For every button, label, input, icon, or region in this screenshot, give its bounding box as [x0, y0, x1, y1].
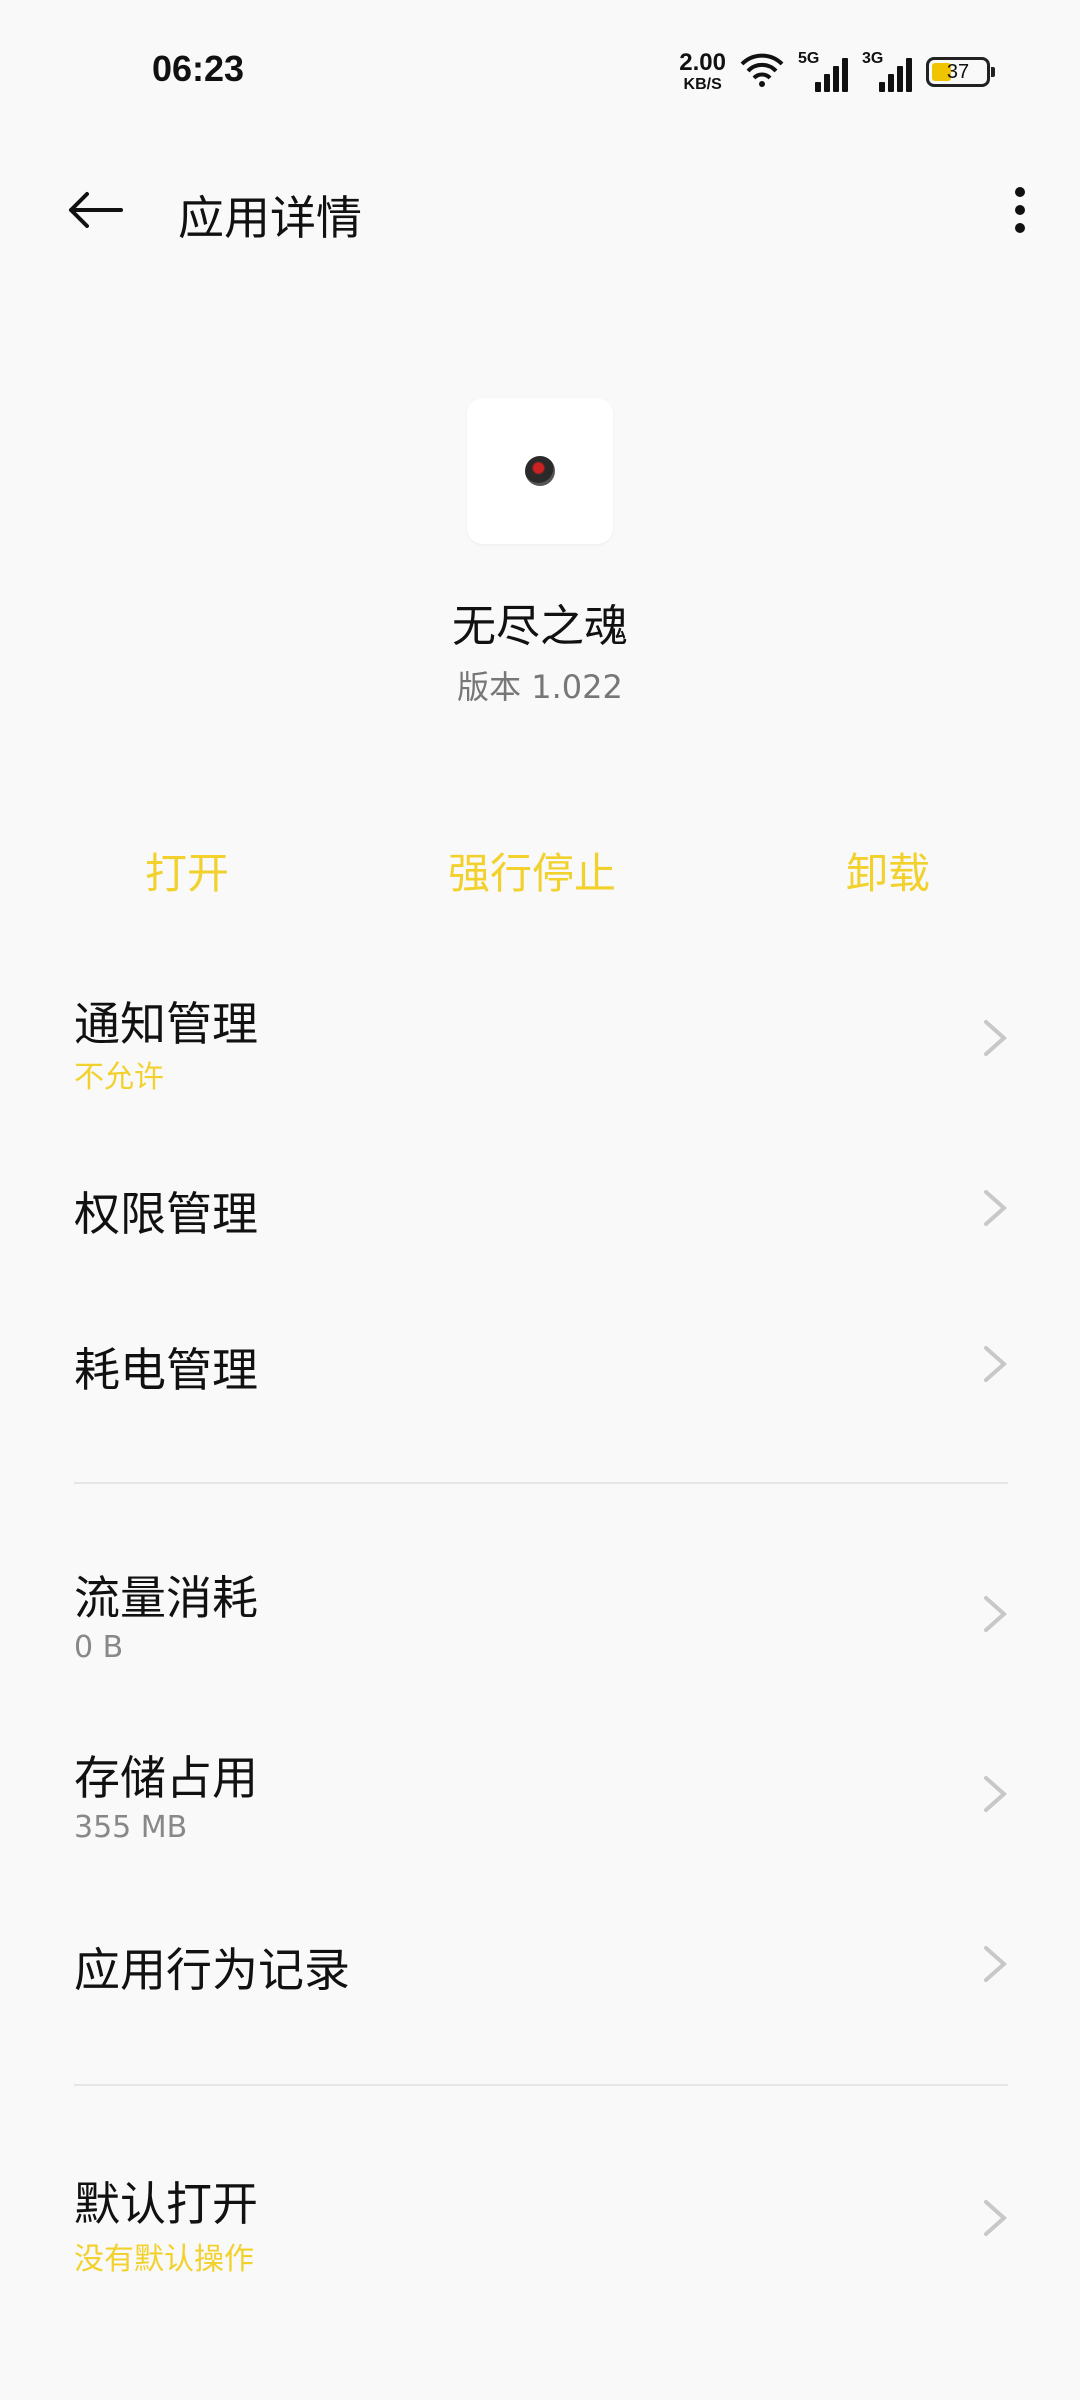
row-title: 默认打开	[74, 2177, 258, 2231]
action-bar: 打开 强行停止 卸载	[0, 840, 1080, 910]
network-speed: 2.00 KB/S	[679, 51, 726, 93]
app-version: 版本 1.022	[457, 668, 623, 706]
page-title: 应用详情	[178, 191, 362, 245]
row-subtitle: 没有默认操作	[74, 2242, 254, 2277]
row-title: 应用行为记录	[74, 1943, 350, 1997]
status-bar: 06:23 2.00 KB/S 5G 3G 37	[0, 0, 1080, 140]
chevron-right-icon	[984, 1776, 1008, 1812]
wifi-icon	[740, 52, 784, 92]
row-subtitle: 355 MB	[74, 1810, 188, 1845]
signal-icon: 5G	[798, 50, 848, 92]
chevron-right-icon	[984, 1190, 1008, 1226]
list-item-battery-management[interactable]: 耗电管理	[0, 1290, 1080, 1440]
row-subtitle: 不允许	[74, 1060, 164, 1095]
chevron-right-icon	[984, 2200, 1008, 2236]
list-item-storage[interactable]: 存储占用 355 MB	[0, 1710, 1080, 1880]
network-speed-unit: KB/S	[683, 76, 722, 93]
chevron-right-icon	[984, 1346, 1008, 1382]
battery-icon: 37	[926, 57, 995, 87]
list-item-data-usage[interactable]: 流量消耗 0 B	[0, 1530, 1080, 1700]
status-time: 06:23	[152, 48, 245, 89]
open-button[interactable]: 打开	[145, 840, 229, 901]
chevron-right-icon	[984, 1596, 1008, 1632]
row-title: 权限管理	[74, 1187, 258, 1241]
chevron-right-icon	[984, 1946, 1008, 1982]
back-button[interactable]	[60, 180, 130, 240]
app-icon	[467, 398, 613, 544]
list-item-notification-management[interactable]: 通知管理 不允许	[0, 960, 1080, 1120]
divider	[74, 2084, 1008, 2086]
row-title: 通知管理	[74, 997, 258, 1051]
network-speed-value: 2.00	[679, 49, 726, 76]
list-item-app-behavior-records[interactable]: 应用行为记录	[0, 1890, 1080, 2040]
list-item-permission-management[interactable]: 权限管理	[0, 1130, 1080, 1280]
status-icons: 2.00 KB/S 5G 3G 37	[679, 48, 995, 96]
battery-percent: 37	[946, 60, 970, 83]
divider	[74, 1482, 1008, 1484]
more-vertical-icon	[1015, 187, 1025, 197]
more-options-button[interactable]	[990, 180, 1050, 240]
row-title: 流量消耗	[74, 1571, 258, 1625]
list-item-default-open[interactable]: 默认打开 没有默认操作	[0, 2130, 1080, 2310]
app-icon-image	[525, 456, 555, 486]
app-name: 无尽之魂	[452, 601, 628, 652]
chevron-right-icon	[984, 1020, 1008, 1056]
row-subtitle: 0 B	[74, 1630, 124, 1665]
back-arrow-icon	[69, 192, 123, 228]
force-stop-button[interactable]: 强行停止	[448, 840, 616, 901]
row-title: 耗电管理	[74, 1343, 258, 1397]
uninstall-button[interactable]: 卸载	[846, 840, 930, 901]
signal-icon-2: 3G	[862, 50, 912, 92]
row-title: 存储占用	[74, 1751, 258, 1805]
app-header: 应用详情	[0, 160, 1080, 260]
